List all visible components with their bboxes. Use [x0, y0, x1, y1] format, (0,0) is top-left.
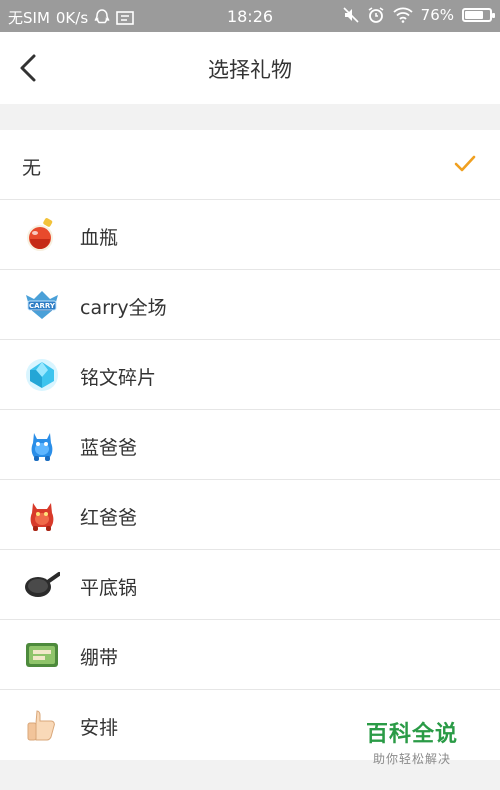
battery-percent: 76% [420, 6, 454, 24]
gift-row-red-buff[interactable]: 红爸爸 [0, 480, 500, 550]
checkmark-icon [454, 155, 476, 172]
alarm-icon [367, 6, 385, 24]
gift-row-gem[interactable]: 铭文碎片 [0, 340, 500, 410]
battery-icon [462, 8, 495, 22]
gift-label: 红爸爸 [80, 507, 138, 529]
gift-label: carry全场 [80, 297, 167, 319]
gift-row-carry[interactable]: CARRY carry全场 [0, 270, 500, 340]
gift-row-blue-buff[interactable]: 蓝爸爸 [0, 410, 500, 480]
gift-row-none[interactable]: 无 [0, 130, 500, 200]
watermark-title: 百科全说 [366, 722, 459, 747]
gift-row-frying-pan[interactable]: 平底锅 [0, 550, 500, 620]
gift-label: 安排 [80, 717, 119, 739]
watermark-subtitle: 助你轻松解决 [373, 752, 452, 766]
page-title: 选择礼物 [208, 58, 292, 82]
gift-label: 铭文碎片 [80, 367, 157, 389]
nav-bar: 选择礼物 [0, 32, 500, 104]
frying-pan-icon [25, 572, 60, 597]
gift-list: 无 血瓶 CARRY carry全场 铭文碎片 蓝爸爸 红爸爸 平底锅 绷带 安… [0, 130, 500, 760]
gift-row-potion[interactable]: 血瓶 [0, 200, 500, 270]
bandage-icon [26, 643, 58, 667]
svg-text:CARRY: CARRY [29, 302, 56, 310]
thumbs-up-icon [27, 710, 55, 741]
gift-row-bandage[interactable]: 绷带 [0, 620, 500, 690]
red-buff-icon [30, 503, 54, 531]
wifi-icon [393, 7, 413, 23]
status-bar: 无SIM 0K/s 18:26 76% [0, 0, 500, 32]
blue-buff-icon [31, 433, 53, 461]
gift-label: 无 [22, 157, 42, 179]
gift-label: 血瓶 [80, 227, 119, 249]
carry-badge-icon: CARRY [26, 291, 58, 319]
gift-label: 平底锅 [80, 577, 138, 599]
gift-label: 蓝爸爸 [80, 437, 138, 459]
watermark-logo: 百科全说 助你轻松解决 [366, 716, 458, 767]
gift-label: 绷带 [80, 647, 119, 669]
potion-icon [27, 218, 53, 251]
mute-icon [343, 7, 359, 23]
gem-icon [26, 359, 58, 391]
